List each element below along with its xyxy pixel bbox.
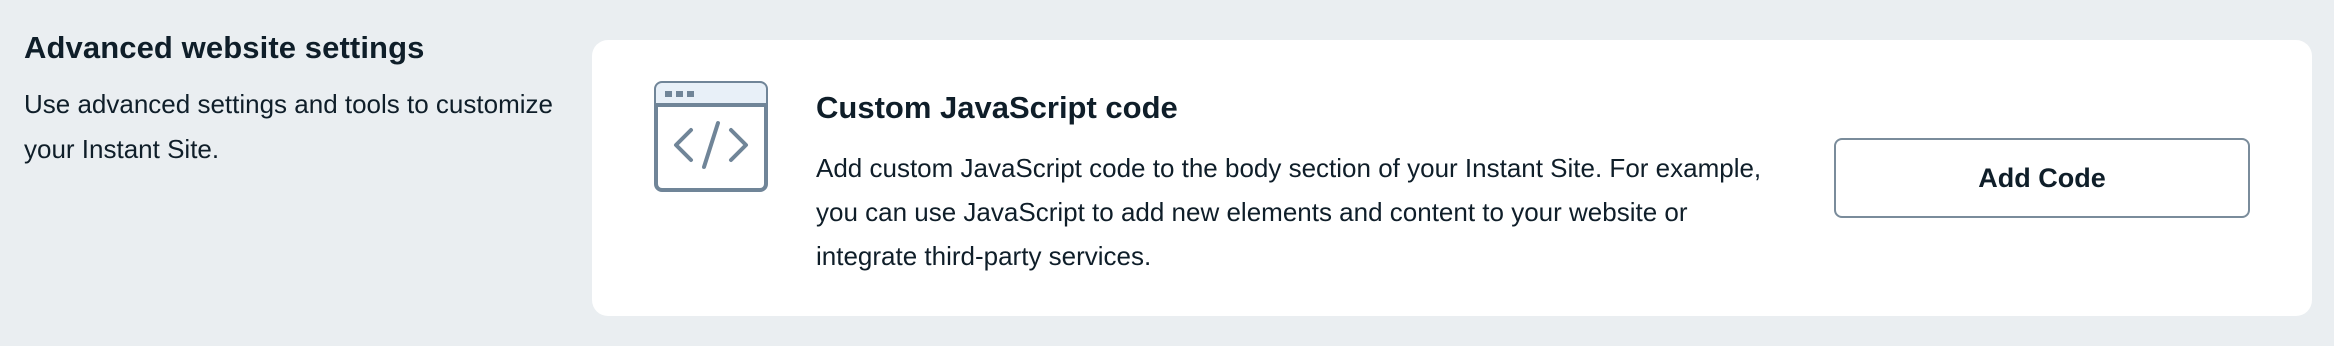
custom-javascript-card: Custom JavaScript code Add custom JavaSc…	[592, 40, 2312, 316]
card-content: Custom JavaScript code Add custom JavaSc…	[816, 82, 1776, 278]
card-description: Add custom JavaScript code to the body s…	[816, 153, 1762, 271]
code-window-icon	[654, 81, 768, 192]
settings-section-header: Advanced website settings Use advanced s…	[24, 22, 584, 172]
card-title: Custom JavaScript code	[816, 90, 1178, 125]
section-description: Use advanced settings and tools to custo…	[24, 89, 553, 164]
add-code-button[interactable]: Add Code	[1834, 138, 2250, 218]
section-title: Advanced website settings	[24, 30, 425, 65]
